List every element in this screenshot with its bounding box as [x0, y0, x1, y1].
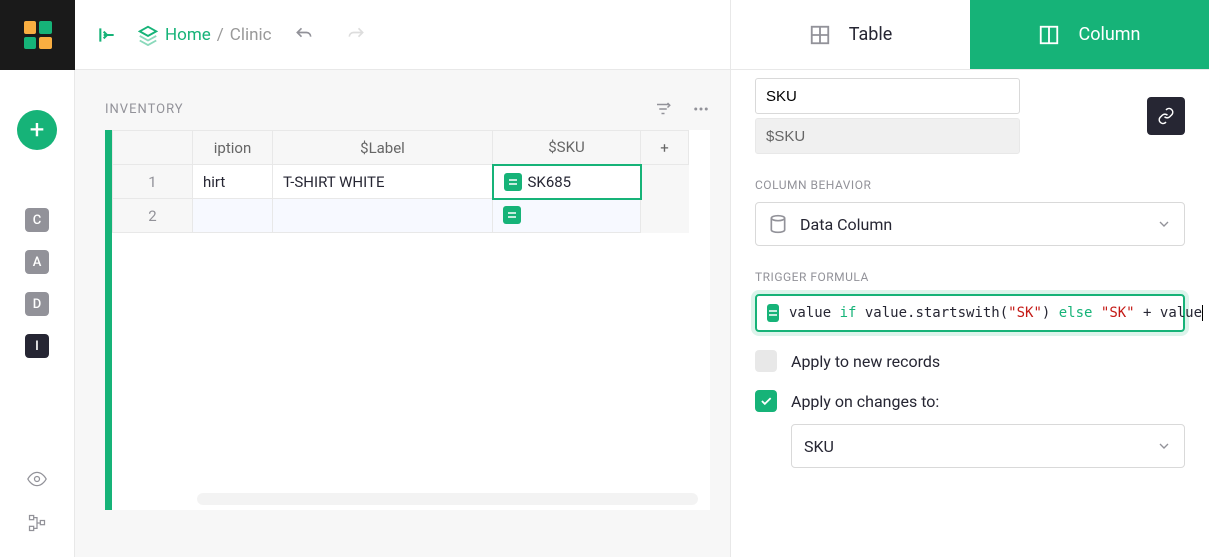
row-number[interactable]: 1 [113, 165, 193, 199]
col-header-label[interactable]: $Label [273, 131, 493, 165]
section-title: INVENTORY [105, 100, 710, 118]
checkbox-label: Apply on changes to: [791, 392, 939, 411]
tab-label: Column [1078, 24, 1140, 45]
chevron-down-icon [1156, 216, 1172, 232]
right-panel: Table Column COLUMN BEHAVIOR Data Column… [730, 0, 1209, 557]
breadcrumb-home[interactable]: Home [165, 25, 211, 45]
col-header-sku[interactable]: $SKU [493, 131, 641, 165]
cell-label[interactable]: T-SHIRT WHITE [273, 167, 492, 197]
page-d[interactable]: D [25, 292, 49, 316]
formula-badge-icon [767, 304, 779, 322]
add-button[interactable]: + [17, 110, 57, 150]
section-title-text: INVENTORY [105, 102, 184, 117]
add-column-button[interactable]: + [641, 131, 689, 165]
trigger-label: TRIGGER FORMULA [755, 270, 1185, 284]
structure-icon[interactable] [27, 513, 47, 537]
cell-desc[interactable] [193, 210, 272, 222]
checkbox-unchecked-icon [755, 350, 777, 372]
horizontal-scrollbar[interactable] [197, 493, 698, 505]
checkbox-checked-icon [755, 390, 777, 412]
page-i[interactable]: I [25, 334, 49, 358]
tab-label: Table [849, 24, 893, 45]
cell-sku[interactable] [493, 199, 641, 233]
select-value: Data Column [800, 215, 892, 234]
apply-changes-checkbox[interactable]: Apply on changes to: [755, 390, 1185, 412]
column-id-input [755, 118, 1020, 154]
pages-icon[interactable] [137, 24, 159, 46]
formula-input[interactable]: value if value.startswith("SK") else "SK… [755, 294, 1185, 332]
link-icon[interactable] [1147, 97, 1185, 135]
column-icon [1038, 24, 1060, 46]
filter-icon[interactable] [654, 100, 672, 118]
undo-icon[interactable] [284, 15, 324, 55]
chevron-down-icon [1156, 438, 1172, 454]
changes-field-select[interactable]: SKU [791, 424, 1185, 468]
select-value: SKU [804, 437, 834, 456]
behavior-select[interactable]: Data Column [755, 202, 1185, 246]
main-area: INVENTORY iption $Label $SKU + 1 hirt T-… [75, 70, 730, 557]
apply-new-checkbox[interactable]: Apply to new records [755, 350, 1185, 372]
tab-table[interactable]: Table [731, 0, 970, 69]
database-icon [768, 214, 788, 234]
formula-badge-icon [504, 173, 522, 191]
left-sidebar: + C A D I [0, 70, 75, 557]
expand-left-icon[interactable] [87, 15, 127, 55]
page-c[interactable]: C [25, 208, 49, 232]
cell-label[interactable] [273, 210, 492, 222]
formula-code: value if value.startswith("SK") else "SK… [789, 305, 1203, 321]
page-a[interactable]: A [25, 250, 49, 274]
tab-column[interactable]: Column [970, 0, 1209, 69]
eye-icon[interactable] [27, 469, 47, 493]
app-logo[interactable] [0, 0, 75, 70]
table-row[interactable]: 1 hirt T-SHIRT WHITE SK685 [113, 165, 689, 199]
formula-badge-icon [503, 206, 521, 224]
corner-cell [113, 131, 193, 165]
table-icon [809, 24, 831, 46]
col-header-description[interactable]: iption [193, 131, 273, 165]
behavior-label: COLUMN BEHAVIOR [755, 178, 1185, 192]
table-row[interactable]: 2 [113, 199, 689, 233]
checkbox-label: Apply to new records [791, 352, 940, 371]
more-icon[interactable] [692, 100, 710, 118]
grid[interactable]: iption $Label $SKU + 1 hirt T-SHIRT WHIT… [105, 130, 710, 510]
breadcrumb-current[interactable]: Clinic [230, 25, 272, 45]
cell-sku-selected[interactable]: SK685 [493, 165, 641, 199]
column-name-input[interactable] [755, 78, 1020, 114]
redo-icon[interactable] [336, 15, 376, 55]
breadcrumb: Home / Clinic [137, 24, 272, 46]
cell-desc[interactable]: hirt [193, 167, 272, 197]
row-number[interactable]: 2 [113, 199, 193, 233]
breadcrumb-separator: / [217, 25, 224, 45]
cell-value: SK685 [528, 173, 572, 191]
